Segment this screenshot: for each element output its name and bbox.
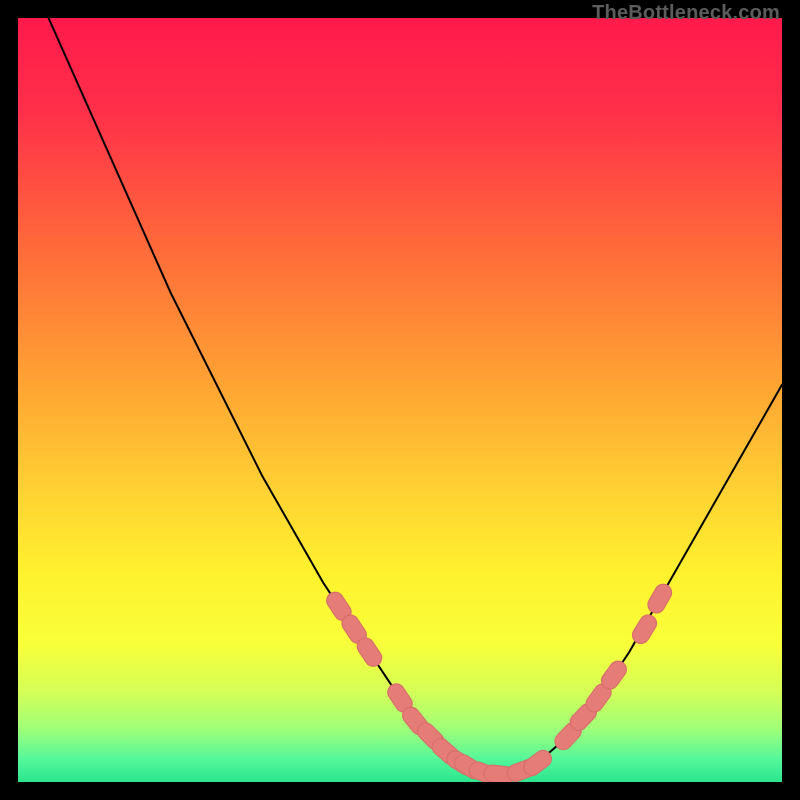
watermark-text: TheBottleneck.com bbox=[592, 2, 780, 25]
marker-group bbox=[323, 581, 674, 782]
plot-area bbox=[18, 18, 782, 782]
bottleneck-curve bbox=[49, 18, 782, 774]
curve-layer bbox=[18, 18, 782, 782]
chart-stage: TheBottleneck.com bbox=[0, 0, 800, 800]
curve-marker bbox=[629, 612, 659, 647]
curve-marker bbox=[645, 581, 675, 616]
